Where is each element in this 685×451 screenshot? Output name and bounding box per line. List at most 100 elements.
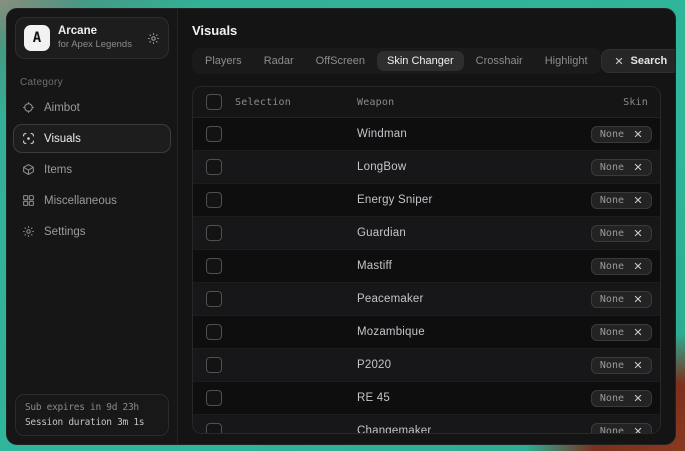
skin-chip[interactable]: None: [591, 423, 652, 435]
row-checkbox[interactable]: [206, 390, 222, 406]
grid-icon: [22, 194, 35, 207]
skin-value: None: [600, 327, 624, 338]
table-body: Windman None LongBow None Energy Sniper: [193, 118, 660, 434]
table-row: Energy Sniper None: [193, 184, 660, 217]
app-name: Arcane: [58, 25, 139, 38]
row-checkbox[interactable]: [206, 192, 222, 208]
x-icon[interactable]: [633, 294, 643, 304]
table-row: Peacemaker None: [193, 283, 660, 316]
sidebar-item-aimbot[interactable]: Aimbot: [13, 93, 171, 122]
row-checkbox[interactable]: [206, 291, 222, 307]
skin-chip[interactable]: None: [591, 225, 652, 242]
weapon-name: Energy Sniper: [357, 194, 542, 206]
x-icon[interactable]: [633, 195, 643, 205]
row-checkbox[interactable]: [206, 258, 222, 274]
sidebar-nav: Aimbot Visuals Items Miscellaneous Settings: [7, 92, 177, 247]
page-title: Visuals: [192, 23, 661, 38]
x-icon[interactable]: [633, 393, 643, 403]
x-icon[interactable]: [633, 360, 643, 370]
row-checkbox[interactable]: [206, 159, 222, 175]
table-row: P2020 None: [193, 349, 660, 382]
skin-value: None: [600, 426, 624, 435]
sidebar-spacer: [7, 247, 177, 386]
skin-chip[interactable]: None: [591, 126, 652, 143]
sidebar-item-items[interactable]: Items: [13, 155, 171, 184]
weapon-name: Windman: [357, 128, 542, 140]
gear-icon: [22, 225, 35, 238]
skin-value: None: [600, 393, 624, 404]
eye-scan-icon: [22, 132, 35, 145]
search-button-label: Search: [631, 55, 668, 67]
sidebar-item-visuals[interactable]: Visuals: [13, 124, 171, 153]
tab-highlight[interactable]: Highlight: [535, 51, 598, 71]
skin-value: None: [600, 261, 624, 272]
table-header-row: Selection Weapon Skin: [193, 87, 660, 118]
app-window: A Arcane for Apex Legends Category Aimbo…: [6, 8, 676, 445]
weapon-name: Peacemaker: [357, 293, 542, 305]
select-all-checkbox[interactable]: [206, 94, 222, 110]
x-icon[interactable]: [633, 261, 643, 271]
weapon-name: P2020: [357, 359, 542, 371]
tab-players[interactable]: Players: [195, 51, 252, 71]
skin-chip[interactable]: None: [591, 258, 652, 275]
skin-chip[interactable]: None: [591, 192, 652, 209]
row-checkbox[interactable]: [206, 357, 222, 373]
sidebar-item-label: Settings: [44, 226, 86, 238]
x-icon[interactable]: [633, 129, 643, 139]
row-checkbox[interactable]: [206, 225, 222, 241]
table-row: Mozambique None: [193, 316, 660, 349]
sidebar-item-label: Items: [44, 164, 72, 176]
x-icon: [614, 56, 624, 66]
table-row: Windman None: [193, 118, 660, 151]
weapon-name: Mozambique: [357, 326, 542, 338]
column-header-skin: Skin: [542, 97, 660, 108]
skin-chip[interactable]: None: [591, 159, 652, 176]
x-icon[interactable]: [633, 162, 643, 172]
x-icon[interactable]: [633, 228, 643, 238]
app-logo: A: [24, 25, 50, 51]
tabs-row: PlayersRadarOffScreenSkin ChangerCrossha…: [192, 48, 661, 74]
tab-offscreen[interactable]: OffScreen: [306, 51, 375, 71]
row-checkbox[interactable]: [206, 324, 222, 340]
sidebar-item-settings[interactable]: Settings: [13, 217, 171, 246]
table-row: RE 45 None: [193, 382, 660, 415]
category-label: Category: [20, 77, 164, 88]
row-checkbox[interactable]: [206, 423, 222, 434]
tab-skin-changer[interactable]: Skin Changer: [377, 51, 464, 71]
skin-value: None: [600, 294, 624, 305]
skin-value: None: [600, 195, 624, 206]
x-icon[interactable]: [633, 426, 643, 434]
tab-radar[interactable]: Radar: [254, 51, 304, 71]
sidebar: A Arcane for Apex Legends Category Aimbo…: [7, 9, 178, 444]
tab-crosshair[interactable]: Crosshair: [466, 51, 533, 71]
column-header-weapon: Weapon: [357, 97, 542, 108]
x-icon[interactable]: [633, 327, 643, 337]
sidebar-item-label: Aimbot: [44, 102, 80, 114]
skin-value: None: [600, 360, 624, 371]
app-header-card: A Arcane for Apex Legends: [15, 17, 169, 59]
crosshair-icon: [22, 101, 35, 114]
desktop-background: A Arcane for Apex Legends Category Aimbo…: [0, 0, 685, 451]
weapon-name: RE 45: [357, 392, 542, 404]
weapon-name: Changemaker: [357, 425, 542, 434]
main-panel: Visuals PlayersRadarOffScreenSkin Change…: [178, 9, 675, 444]
skin-value: None: [600, 162, 624, 173]
weapon-name: LongBow: [357, 161, 542, 173]
skin-table-card: Selection Weapon Skin Windman None LongB…: [192, 86, 661, 434]
skin-chip[interactable]: None: [591, 390, 652, 407]
search-button[interactable]: Search: [601, 49, 676, 73]
weapon-name: Mastiff: [357, 260, 542, 272]
column-header-selection: Selection: [235, 97, 357, 108]
table-row: Mastiff None: [193, 250, 660, 283]
table-row: Guardian None: [193, 217, 660, 250]
subscription-card: Sub expires in 9d 23h Session duration 3…: [15, 394, 169, 436]
row-checkbox[interactable]: [206, 126, 222, 142]
session-duration-text: Session duration 3m 1s: [25, 417, 159, 428]
package-icon: [22, 163, 35, 176]
gear-icon[interactable]: [147, 32, 160, 45]
skin-chip[interactable]: None: [591, 357, 652, 374]
skin-chip[interactable]: None: [591, 324, 652, 341]
skin-chip[interactable]: None: [591, 291, 652, 308]
sidebar-item-label: Miscellaneous: [44, 195, 117, 207]
sidebar-item-miscellaneous[interactable]: Miscellaneous: [13, 186, 171, 215]
